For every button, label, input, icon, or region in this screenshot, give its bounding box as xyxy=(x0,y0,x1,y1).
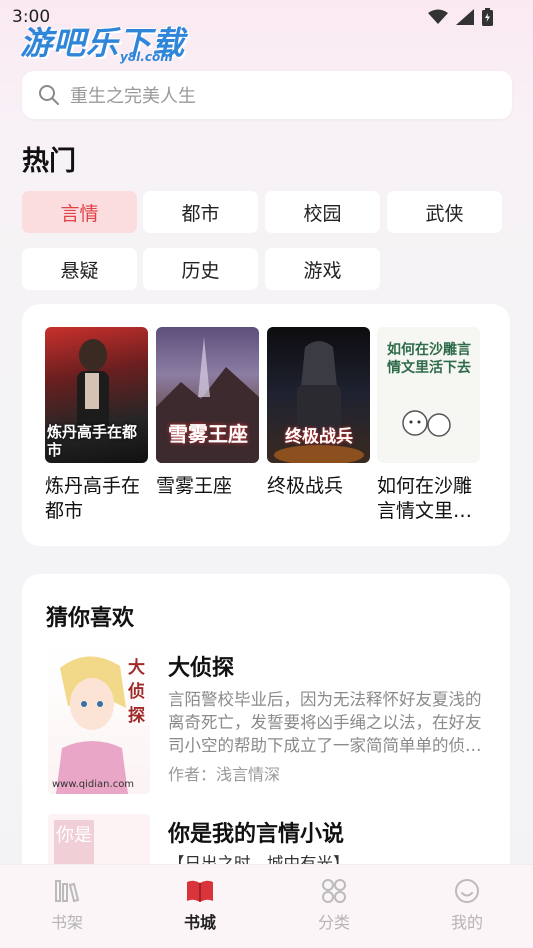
section-title-hot: 热门 xyxy=(22,146,76,177)
search-placeholder: 重生之完美人生 xyxy=(70,86,196,107)
wifi-icon xyxy=(428,9,448,24)
book-description: 言陌警校毕业后，因为无法释怀好友夏浅的离奇死亡，发誓要将凶手绳之以法，在好友司小… xyxy=(168,690,482,755)
book-item[interactable]: 终极战兵 终极战兵 xyxy=(267,327,370,499)
tab-category[interactable]: 分类 xyxy=(294,877,374,933)
book-title: 炼丹高手在都市 xyxy=(45,475,141,522)
tab-label: 书架 xyxy=(50,913,83,932)
book-cover: 终极战兵 xyxy=(267,327,370,463)
category-chip-game[interactable]: 游戏 xyxy=(265,248,380,290)
bottom-tab-bar: 书架 书城 分类 我的 xyxy=(0,864,533,948)
category-chip-campus[interactable]: 校园 xyxy=(265,191,380,233)
tab-label: 我的 xyxy=(450,913,483,932)
tab-bookshelf[interactable]: 书架 xyxy=(27,877,107,933)
book-title: 大侦探 xyxy=(168,656,235,681)
book-title: 雪雾王座 xyxy=(156,475,233,497)
book-title: 你是我的言情小说 xyxy=(168,822,345,847)
book-title: 终极战兵 xyxy=(267,475,344,497)
cover-title-text: 终极战兵 xyxy=(285,427,353,447)
book-author: 作者：浅言情深 xyxy=(168,765,281,784)
category-chip-history[interactable]: 历史 xyxy=(143,248,258,290)
status-icons xyxy=(428,8,493,26)
category-chip-mystery[interactable]: 悬疑 xyxy=(22,248,137,290)
category-grid-icon xyxy=(322,879,346,903)
smile-profile-icon xyxy=(455,879,479,903)
book-cover: 炼丹高手在都市 xyxy=(45,327,148,463)
book-cover: 雪雾王座 xyxy=(156,327,259,463)
signal-icon xyxy=(456,9,474,25)
book-cover: 如何在沙雕言情文里活下去 xyxy=(377,327,480,463)
tab-profile[interactable]: 我的 xyxy=(427,877,507,933)
watermark-logo: 游吧乐下载 y8l.com xyxy=(20,18,185,64)
book-cover: 大侦探 www.qidian.com xyxy=(48,648,150,794)
bookshelf-icon xyxy=(55,880,80,903)
tab-bookstore[interactable]: 书城 xyxy=(160,877,240,933)
tab-label: 书城 xyxy=(183,913,216,932)
book-item[interactable]: 如何在沙雕言情文里活下去 如何在沙雕言情文里… xyxy=(377,327,480,524)
category-chip-urban[interactable]: 都市 xyxy=(143,191,258,233)
featured-books-card: 炼丹高手在都市 炼丹高手在都市 雪雾王座 雪雾王座 终极战兵 终极战兵 如何在沙… xyxy=(22,304,510,546)
cover-title-text: 大侦探 xyxy=(128,658,145,726)
tab-label: 分类 xyxy=(317,913,350,932)
book-title: 如何在沙雕言情文里… xyxy=(377,475,473,522)
cover-caption: www.qidian.com xyxy=(52,779,135,790)
book-item[interactable]: 雪雾王座 雪雾王座 xyxy=(156,327,259,499)
cover-title-text: 炼丹高手在都市 xyxy=(47,423,138,459)
category-chip-romance[interactable]: 言情 xyxy=(22,191,137,233)
search-icon xyxy=(39,85,59,105)
book-item[interactable]: 炼丹高手在都市 炼丹高手在都市 xyxy=(45,327,148,524)
book-open-icon xyxy=(187,880,213,902)
cover-cartoon-art xyxy=(402,410,451,437)
section-title-guess: 猜你喜欢 xyxy=(46,606,135,631)
battery-icon xyxy=(482,8,493,26)
search-input[interactable]: 重生之完美人生 xyxy=(22,71,512,119)
watermark-url: y8l.com xyxy=(120,50,173,64)
category-chip-wuxia[interactable]: 武侠 xyxy=(387,191,502,233)
cover-title-text: 雪雾王座 xyxy=(168,422,248,446)
